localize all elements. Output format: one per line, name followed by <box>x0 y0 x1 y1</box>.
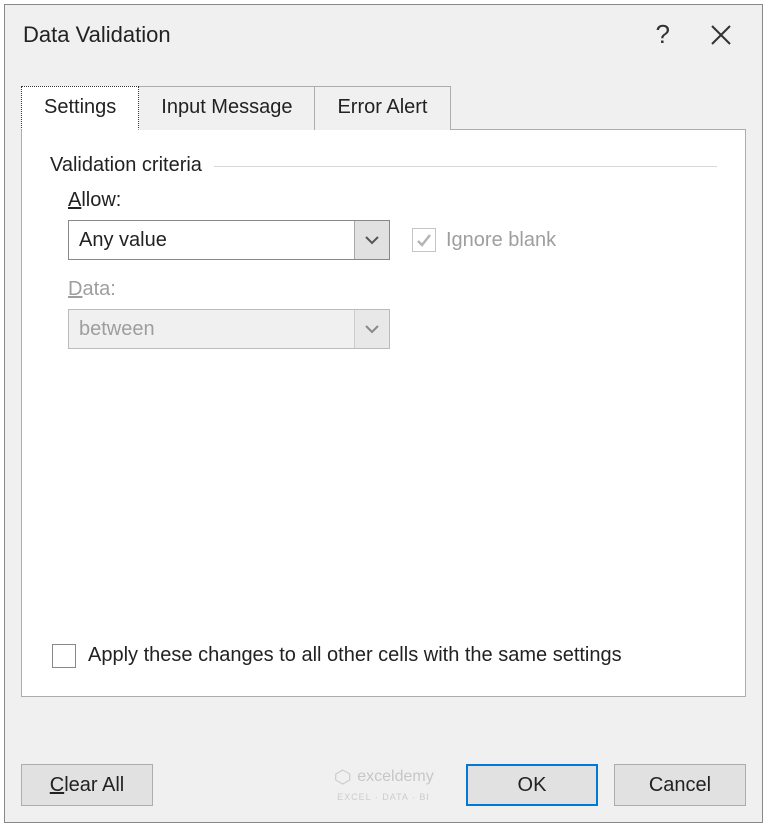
help-icon[interactable]: ? <box>656 19 670 50</box>
data-validation-dialog: Data Validation ? Settings Input Message… <box>4 4 763 823</box>
tab-area: Settings Input Message Error Alert Valid… <box>5 86 762 697</box>
ignore-blank-checkbox: Ignore blank <box>412 228 556 252</box>
ignore-blank-label: Ignore blank <box>446 229 556 252</box>
titlebar: Data Validation ? <box>5 5 762 60</box>
tab-settings[interactable]: Settings <box>21 86 139 130</box>
tab-input-message[interactable]: Input Message <box>138 86 315 130</box>
apply-changes-box[interactable] <box>52 644 76 668</box>
chevron-down-icon <box>365 324 379 334</box>
titlebar-controls: ? <box>656 19 744 50</box>
chevron-down-icon <box>365 235 379 245</box>
tab-error-alert[interactable]: Error Alert <box>314 86 450 130</box>
ignore-blank-box <box>412 228 436 252</box>
right-buttons: OK Cancel <box>466 764 746 806</box>
validation-criteria-label: Validation criteria <box>50 154 214 177</box>
data-input <box>69 310 354 348</box>
data-label: Data: <box>68 278 717 301</box>
settings-panel: Validation criteria Allow: I <box>21 129 746 697</box>
dialog-title: Data Validation <box>23 22 171 48</box>
tab-row: Settings Input Message Error Alert <box>21 86 746 130</box>
clear-all-button[interactable]: Clear All <box>21 764 153 806</box>
cancel-button[interactable]: Cancel <box>614 764 746 806</box>
data-group: Data: <box>68 278 717 349</box>
data-dropdown-button <box>354 310 389 348</box>
allow-label: Allow: <box>68 189 717 212</box>
checkmark-icon <box>416 232 432 248</box>
apply-changes-checkbox[interactable]: Apply these changes to all other cells w… <box>52 641 715 670</box>
allow-combo[interactable] <box>68 220 390 260</box>
allow-dropdown-button[interactable] <box>354 221 389 259</box>
apply-changes-label: Apply these changes to all other cells w… <box>88 641 622 670</box>
data-combo <box>68 309 390 349</box>
allow-input[interactable] <box>69 221 354 259</box>
allow-group: Allow: Ignore blank <box>68 189 717 260</box>
button-row: Clear All OK Cancel <box>5 748 762 822</box>
ok-button[interactable]: OK <box>466 764 598 806</box>
close-icon[interactable] <box>710 24 732 46</box>
allow-row: Ignore blank <box>68 220 717 260</box>
